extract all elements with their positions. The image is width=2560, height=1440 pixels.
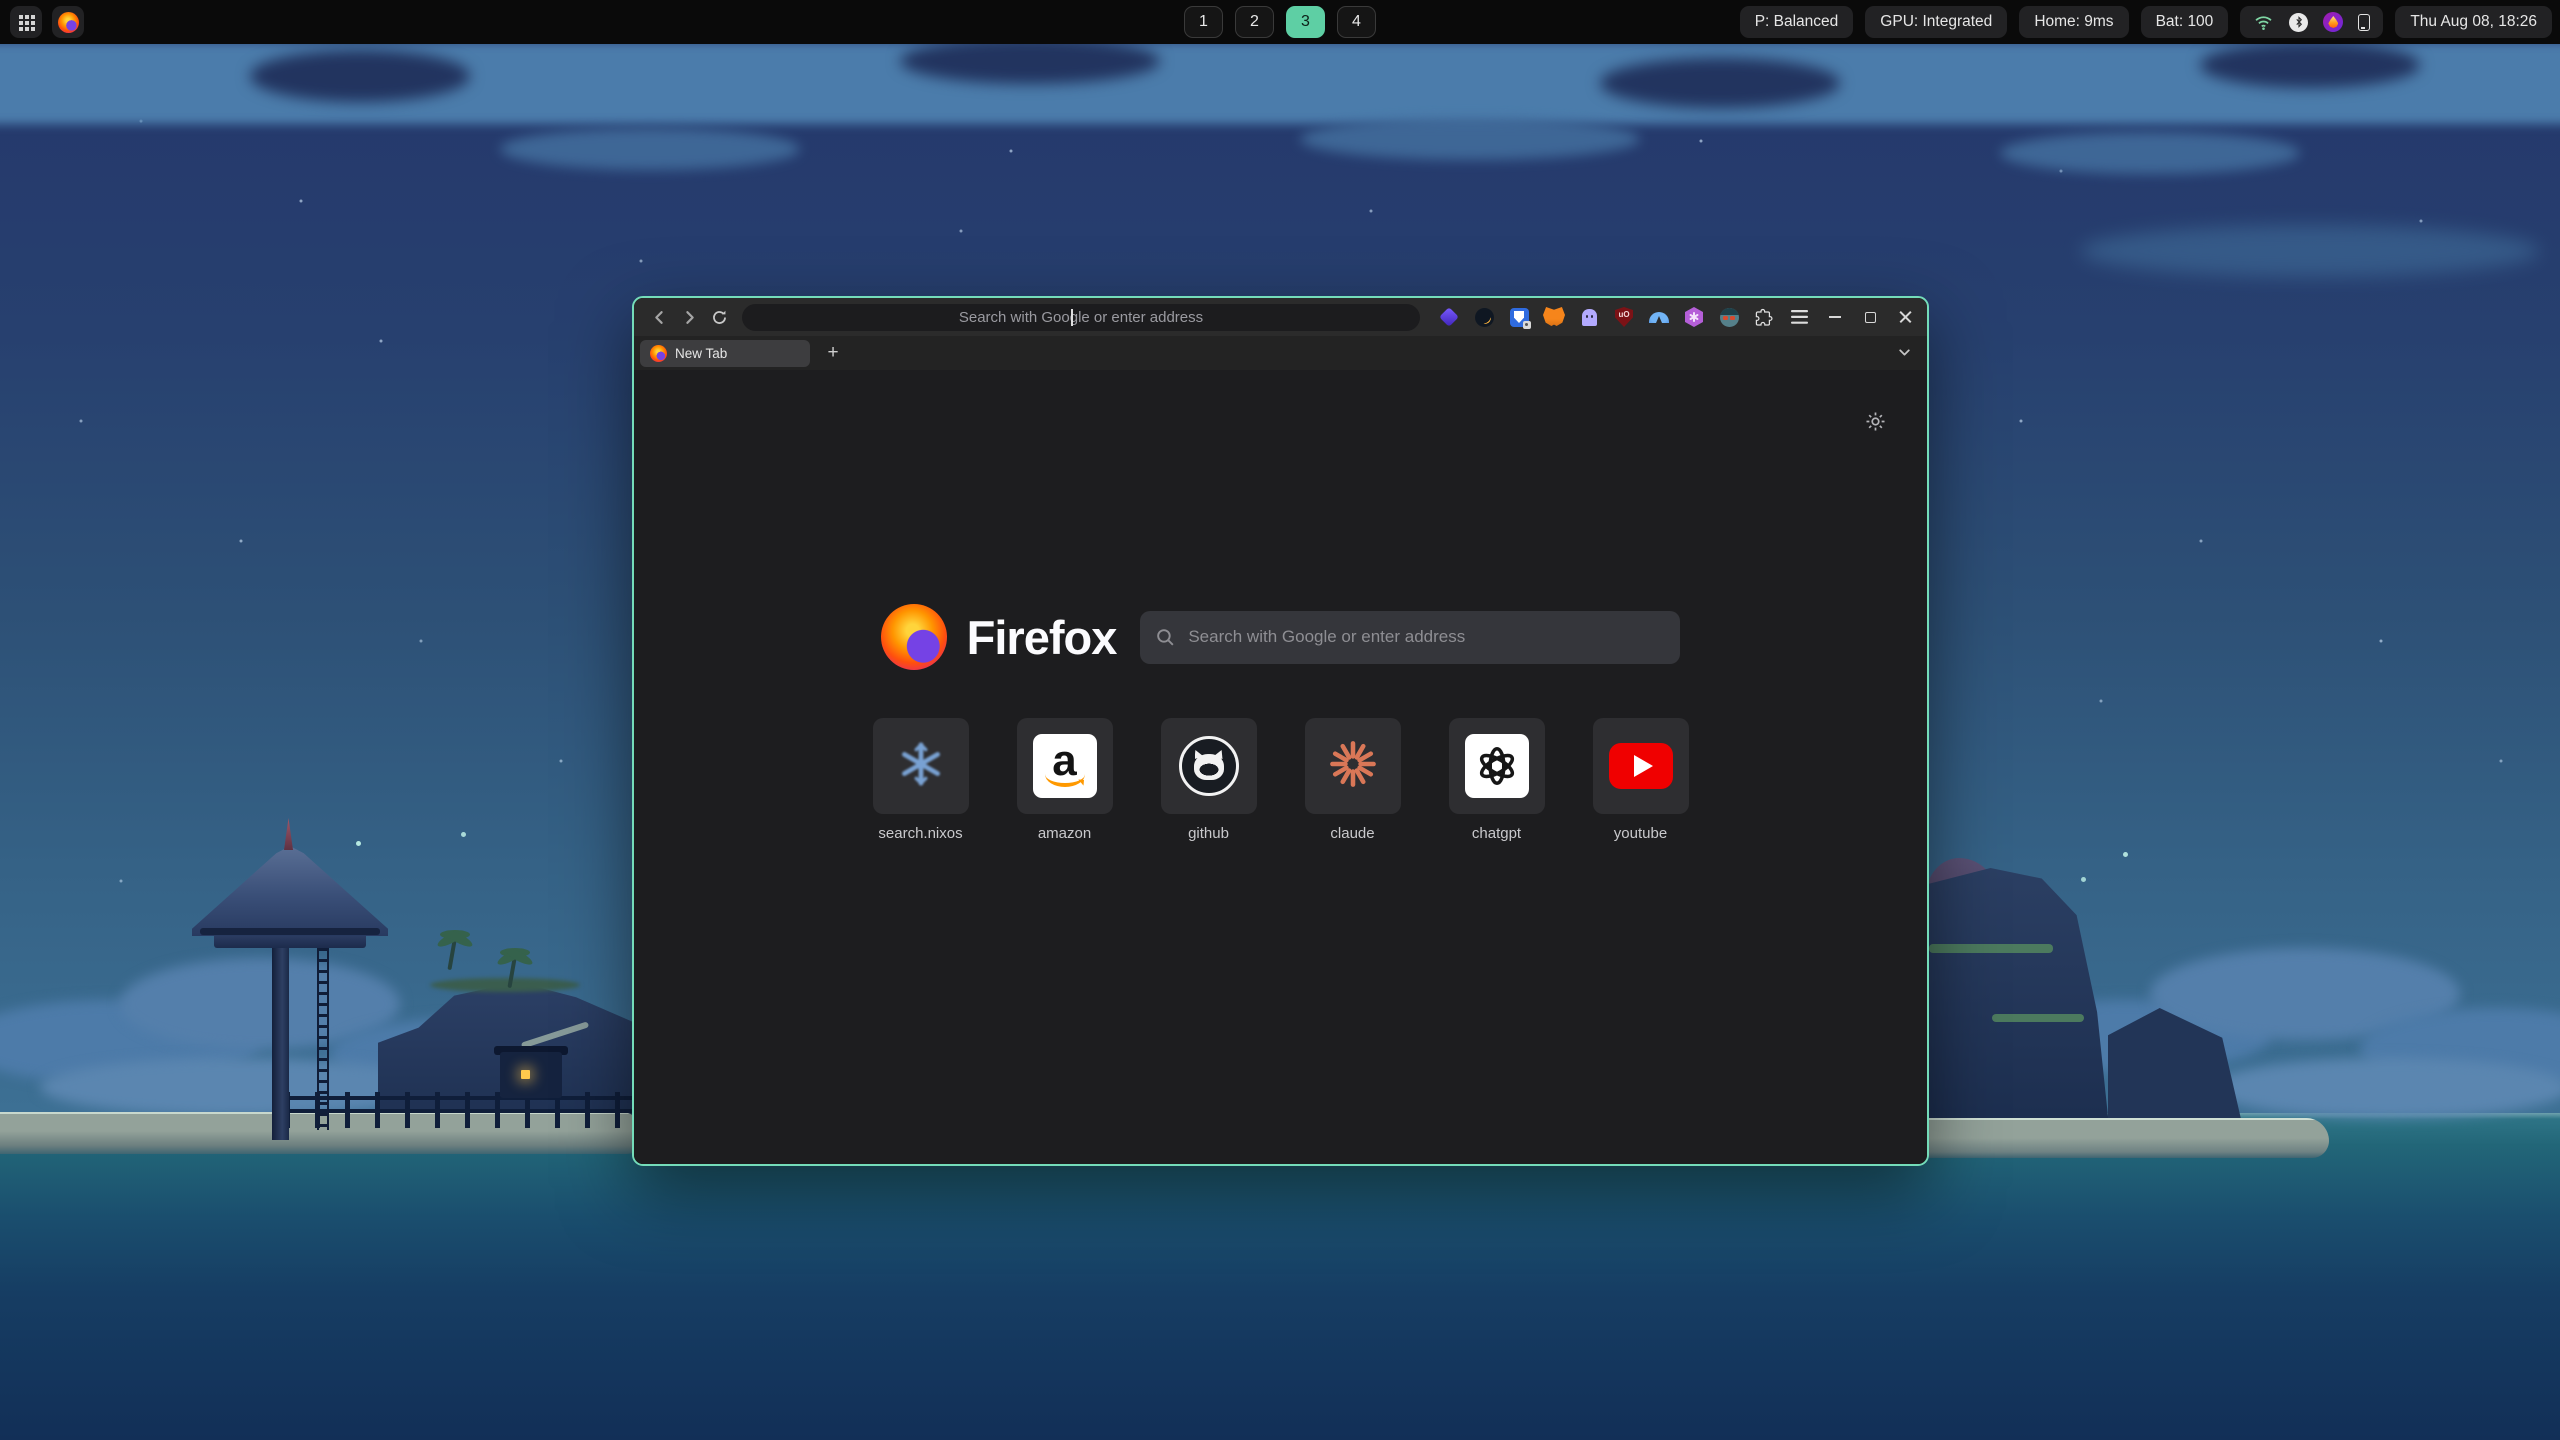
new-tab-button[interactable]: +	[820, 340, 846, 366]
apps-grid-icon	[19, 15, 23, 19]
lit-window	[521, 1070, 530, 1079]
gear-icon[interactable]	[1864, 410, 1887, 433]
new-tab-page: Firefox	[634, 370, 1927, 1164]
topbar: 1 2 3 4 P: Balanced GPU: Integrated Home…	[0, 0, 2560, 44]
nixos-snowflake-icon	[898, 741, 944, 792]
amazon-icon: a	[1033, 734, 1097, 798]
ublock-origin-icon[interactable]: uO	[1613, 306, 1635, 328]
firefox-logo	[881, 604, 947, 670]
system-tray	[2240, 6, 2383, 38]
firewall-flame-icon[interactable]	[2323, 12, 2343, 32]
metamask-icon[interactable]	[1543, 306, 1565, 328]
workspace-1-button[interactable]: 1	[1184, 6, 1223, 38]
url-bar[interactable]	[742, 304, 1420, 331]
tower-ladder	[317, 948, 329, 1130]
right-beach	[1929, 1118, 2329, 1158]
pier-fence	[285, 1092, 635, 1128]
firefox-wordmark: Firefox	[967, 610, 1117, 665]
hamburger-menu-icon[interactable]	[1788, 306, 1810, 328]
text-caret	[1071, 309, 1073, 326]
shortcut-claude[interactable]: claude	[1305, 718, 1401, 842]
shortcut-youtube[interactable]: youtube	[1593, 718, 1689, 842]
chatgpt-icon	[1465, 734, 1529, 798]
minimize-button[interactable]	[1822, 304, 1848, 330]
github-icon	[1179, 736, 1239, 796]
browser-toolbar: uO	[634, 298, 1927, 336]
shortcut-tiles: search.nixos a amazon github	[634, 718, 1927, 842]
firefox-launcher-button[interactable]	[52, 6, 84, 38]
extensions-puzzle-icon[interactable]	[1753, 306, 1775, 328]
gpu-status: GPU: Integrated	[1865, 6, 2007, 38]
tab-new-tab[interactable]: New Tab	[640, 340, 810, 367]
shortcut-github[interactable]: github	[1161, 718, 1257, 842]
firefox-icon	[650, 345, 667, 362]
shortcut-chatgpt[interactable]: chatgpt	[1449, 718, 1545, 842]
battery-status: Bat: 100	[2141, 6, 2229, 38]
youtube-icon	[1609, 743, 1673, 789]
bitwarden-icon[interactable]	[1508, 306, 1530, 328]
dark-reader-icon[interactable]	[1473, 306, 1495, 328]
firefox-icon	[58, 12, 79, 33]
phone-icon[interactable]	[2358, 14, 2370, 31]
workspace-switcher: 1 2 3 4	[1184, 6, 1376, 38]
extensions-row: uO	[1438, 298, 1810, 336]
maximize-button[interactable]	[1857, 304, 1883, 330]
url-input[interactable]	[742, 304, 1420, 331]
newtab-search[interactable]	[1140, 611, 1680, 664]
ghostery-icon[interactable]	[1578, 306, 1600, 328]
newtab-hero: Firefox	[634, 604, 1927, 670]
bluetooth-icon[interactable]	[2289, 13, 2308, 32]
watchtower	[272, 918, 289, 1140]
search-icon	[1155, 627, 1176, 653]
chevron-down-icon[interactable]	[1896, 344, 1913, 366]
forward-button[interactable]	[674, 303, 704, 331]
newtab-search-input[interactable]	[1140, 611, 1680, 664]
app-launcher-button[interactable]	[10, 6, 42, 38]
close-button[interactable]	[1892, 304, 1918, 330]
clock[interactable]: Thu Aug 08, 18:26	[2395, 6, 2552, 38]
shortcut-amazon[interactable]: a amazon	[1017, 718, 1113, 842]
claude-icon	[1327, 738, 1379, 795]
beach-hut	[500, 1052, 562, 1098]
shortcut-search-nixos[interactable]: search.nixos	[873, 718, 969, 842]
workspace-2-button[interactable]: 2	[1235, 6, 1274, 38]
ping-status: Home: 9ms	[2019, 6, 2128, 38]
desktop: 1 2 3 4 P: Balanced GPU: Integrated Home…	[0, 0, 2560, 1440]
tab-bar: New Tab +	[634, 336, 1927, 370]
reload-button[interactable]	[704, 303, 734, 331]
workspace-4-button[interactable]: 4	[1337, 6, 1376, 38]
profile-mask-icon[interactable]	[1718, 306, 1740, 328]
workspace-3-button[interactable]: 3	[1286, 6, 1325, 38]
tab-label: New Tab	[675, 346, 727, 361]
firefox-window: uO	[632, 296, 1929, 1166]
back-button[interactable]	[644, 303, 674, 331]
window-controls	[1822, 298, 1918, 336]
nordvpn-icon[interactable]	[1648, 306, 1670, 328]
phantom-wallet-icon[interactable]	[1438, 306, 1460, 328]
power-profile-status: P: Balanced	[1740, 6, 1854, 38]
wifi-icon[interactable]	[2253, 12, 2274, 33]
hex-asterisk-icon[interactable]	[1683, 306, 1705, 328]
